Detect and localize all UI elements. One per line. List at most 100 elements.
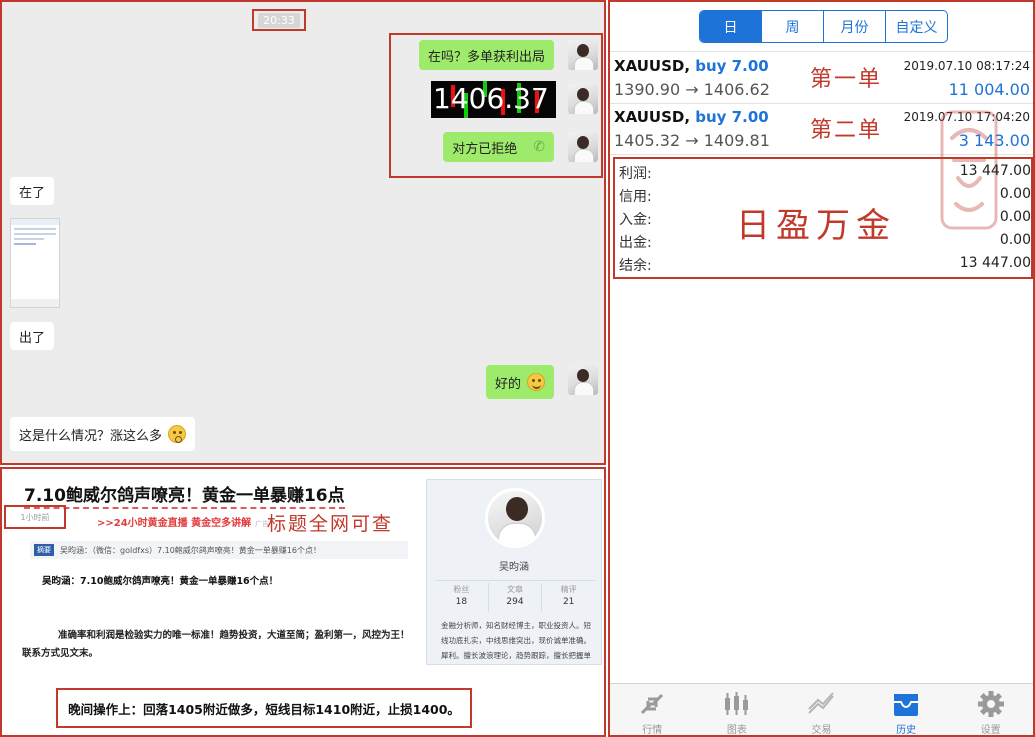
message-text: 在了 bbox=[19, 185, 46, 201]
annotation-first-order: 第一单 bbox=[810, 67, 883, 92]
tab-label: 历史 bbox=[896, 725, 917, 736]
message-bubble-outgoing[interactable]: 好的 bbox=[485, 365, 554, 399]
stat-label: 文章 bbox=[507, 585, 523, 594]
tab-label: 交易 bbox=[811, 725, 832, 736]
tab-settings[interactable]: 设置 bbox=[948, 684, 1033, 736]
trade-side: buy 7.00 bbox=[695, 108, 769, 126]
annotation-second-order: 第二单 bbox=[810, 118, 883, 143]
author-bio: 金融分析师，知名财经博主，职业投资人。短线功底扎实，中线思维突出，现价诚单准确。… bbox=[441, 621, 591, 660]
tab-trade[interactable]: 交易 bbox=[779, 684, 864, 736]
surprised-emoji-icon bbox=[168, 425, 187, 443]
stat-value: 21 bbox=[562, 597, 575, 607]
article-time: 1小时前 bbox=[20, 512, 50, 522]
segment-day[interactable]: 日 bbox=[700, 11, 761, 42]
segment-week[interactable]: 周 bbox=[761, 11, 823, 42]
author-profile-card[interactable]: 吴昀涵 粉丝 18 文章 294 精评 21 金融分析师，知名财经博主，职业投资人。短… bbox=[426, 479, 602, 665]
message-bubble-incoming[interactable]: 在了 bbox=[10, 177, 55, 205]
tab-quotes[interactable]: 行情 bbox=[610, 684, 695, 736]
avatar[interactable] bbox=[568, 84, 598, 114]
article-time-highlight: 1小时前 bbox=[4, 505, 66, 529]
summary-label: 结余: bbox=[619, 258, 652, 274]
promo-link[interactable]: >>24小时黄金直播 黄金空多讲解 广告 bbox=[97, 514, 269, 529]
article-panel: 7.10鲍威尔鸽声嘹亮！黄金一单暴赚16点 1小时前 >>24小时黄金直播 黄金… bbox=[0, 467, 606, 737]
summary-label: 利润: bbox=[619, 166, 652, 182]
divider bbox=[610, 51, 1033, 52]
chat-panel: 20:33 在吗？多单获利出局 1406.37 对方已拒绝 ✆ 在了 出了 好的… bbox=[0, 0, 606, 465]
tab-label: 行情 bbox=[642, 725, 663, 736]
summary-row-balance: 结余: 13 447.00 bbox=[619, 253, 1031, 275]
segment-custom[interactable]: 自定义 bbox=[885, 11, 947, 42]
tab-chart[interactable]: 图表 bbox=[695, 684, 780, 736]
stat-fans: 粉丝 18 bbox=[435, 583, 488, 612]
trade-profit: 11 004.00 bbox=[948, 80, 1030, 99]
settings-icon bbox=[976, 690, 1006, 718]
stat-value: 294 bbox=[506, 597, 524, 607]
summary-value: 0.00 bbox=[999, 209, 1031, 225]
message-text: 好的 bbox=[494, 376, 521, 392]
tab-history[interactable]: 历史 bbox=[864, 684, 949, 736]
trade-prices: 1405.32 → 1409.81 bbox=[614, 131, 770, 150]
tab-label: 图表 bbox=[726, 725, 747, 736]
author-avatar[interactable] bbox=[485, 488, 545, 548]
message-bubble-incoming[interactable]: 这是什么情况？涨这么多 bbox=[10, 417, 196, 451]
summary-label: 信用: bbox=[619, 189, 652, 205]
summary-label: 出金: bbox=[619, 235, 652, 251]
stat-articles: 文章 294 bbox=[487, 583, 542, 612]
author-name[interactable]: 吴昀涵 bbox=[427, 558, 601, 573]
trade-symbol: XAUUSD, bbox=[614, 108, 691, 126]
avatar[interactable] bbox=[568, 132, 598, 162]
message-bubble-incoming[interactable]: 出了 bbox=[10, 322, 55, 350]
summary-value: 0.00 bbox=[999, 186, 1031, 202]
price-screenshot-image[interactable]: 1406.37 bbox=[431, 81, 556, 118]
trade-row[interactable]: XAUUSD, buy 7.00 1390.90 → 1406.62 第一单 2… bbox=[614, 53, 1033, 101]
segment-month[interactable]: 月份 bbox=[823, 11, 885, 42]
article-title[interactable]: 7.10鲍威尔鸽声嘹亮！黄金一单暴赚16点 bbox=[24, 481, 345, 509]
stat-label: 精评 bbox=[560, 585, 577, 594]
chat-time-label: 20:33 bbox=[258, 12, 300, 28]
tab-label: 设置 bbox=[980, 725, 1001, 736]
summary-text: 吴昀涵：（微信：goldfxs）7.10鲍威尔鸽声嘹亮！黄金一单暴赚16个点！ bbox=[60, 545, 321, 555]
stat-value: 18 bbox=[455, 597, 468, 607]
avatar[interactable] bbox=[568, 365, 598, 395]
summary-tag: 摘要 bbox=[34, 544, 54, 556]
stat-label: 粉丝 bbox=[453, 585, 470, 594]
bottom-tab-bar: 行情 图表 交易 历史 设置 bbox=[610, 683, 1033, 736]
annotation-title-searchable: 标题全网可查 bbox=[267, 513, 394, 535]
message-bubble-outgoing[interactable]: 在吗？多单获利出局 bbox=[418, 40, 554, 70]
message-text: 对方已拒绝 bbox=[452, 141, 518, 157]
trade-side: buy 7.00 bbox=[695, 57, 769, 75]
trade-datetime: 2019.07.10 08:17:24 bbox=[903, 59, 1030, 73]
summary-value: 13 447.00 bbox=[959, 163, 1031, 179]
chat-timestamp: 20:33 bbox=[252, 9, 306, 31]
screenshot-thumbnail[interactable] bbox=[10, 218, 60, 308]
trade-prices: 1390.90 → 1406.62 bbox=[614, 80, 770, 99]
promo-text: >>24小时黄金直播 黄金空多讲解 bbox=[97, 518, 252, 529]
message-text: 在吗？多单获利出局 bbox=[427, 49, 545, 65]
author-stats: 粉丝 18 文章 294 精评 21 bbox=[435, 580, 595, 612]
article-body: 准确率和利润是检验实力的唯一标准！趋势投资，大道至简；盈利第一，风控为王！联系方… bbox=[22, 630, 410, 659]
history-icon bbox=[891, 690, 921, 718]
summary-row-profit: 利润: 13 447.00 bbox=[619, 161, 1031, 183]
call-declined-bubble[interactable]: 对方已拒绝 ✆ bbox=[443, 132, 554, 162]
period-segmented-control: 日 周 月份 自定义 bbox=[699, 10, 948, 43]
avatar[interactable] bbox=[568, 40, 598, 70]
chart-icon bbox=[722, 690, 752, 718]
smile-emoji-icon bbox=[527, 373, 545, 391]
message-text: 出了 bbox=[19, 330, 46, 346]
summary-value: 0.00 bbox=[999, 232, 1031, 248]
phone-icon: ✆ bbox=[533, 139, 545, 155]
screenshot-collage: 20:33 在吗？多单获利出局 1406.37 对方已拒绝 ✆ 在了 出了 好的… bbox=[0, 0, 1035, 737]
article-summary: 摘要 吴昀涵：（微信：goldfxs）7.10鲍威尔鸽声嘹亮！黄金一单暴赚16个… bbox=[30, 541, 408, 559]
trading-history-panel: 日 周 月份 自定义 XAUUSD, buy 7.00 1390.90 → 14… bbox=[608, 0, 1035, 737]
message-text: 这是什么情况？涨这么多 bbox=[19, 428, 163, 444]
trade-symbol: XAUUSD, bbox=[614, 57, 691, 75]
annotation-daily-profit: 日盈万金 bbox=[736, 206, 896, 246]
article-subheading: 吴昀涵：7.10鲍威尔鸽声嘹亮！黄金一单暴赚16个点！ bbox=[42, 576, 279, 587]
operation-advice: 晚间操作上：回落1405附近做多，短线目标1410附近，止损1400。 bbox=[56, 688, 472, 728]
stat-featured: 精评 21 bbox=[541, 583, 595, 612]
quotes-icon bbox=[637, 690, 667, 718]
summary-value: 13 447.00 bbox=[959, 255, 1031, 271]
trade-icon bbox=[806, 690, 836, 718]
price-image-text: 1406.37 bbox=[433, 82, 549, 115]
summary-label: 入金: bbox=[619, 212, 652, 228]
